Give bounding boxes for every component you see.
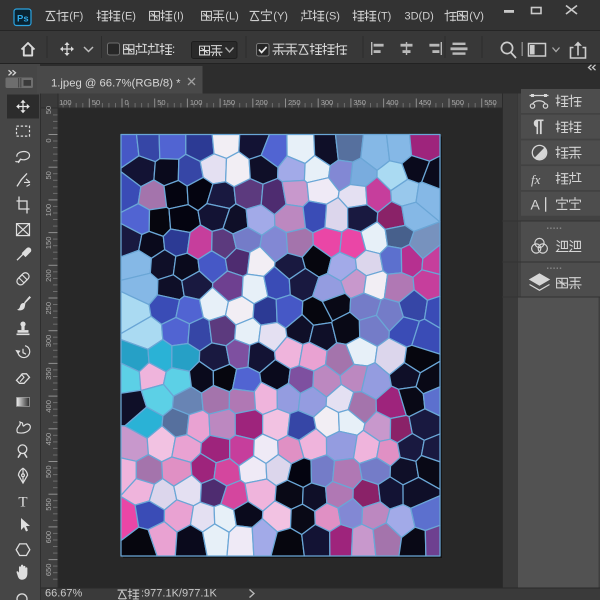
svg-text:A: A	[531, 197, 541, 213]
svg-text:T: T	[18, 494, 27, 510]
svg-text:66.67%: 66.67%	[45, 588, 83, 600]
svg-text::977.1K/977.1K: :977.1K/977.1K	[141, 588, 218, 600]
svg-text:550: 550	[484, 98, 497, 107]
svg-text:500: 500	[452, 98, 465, 107]
svg-text::: :	[172, 44, 175, 56]
svg-text:150: 150	[44, 237, 53, 250]
svg-text:350: 350	[44, 367, 53, 380]
svg-text:(T): (T)	[377, 10, 391, 22]
svg-text:250: 250	[44, 302, 53, 315]
svg-text:400: 400	[44, 400, 53, 413]
svg-text:200: 200	[44, 269, 53, 282]
svg-text:0: 0	[125, 98, 129, 107]
svg-text:(V): (V)	[469, 10, 484, 22]
svg-text:fx: fx	[531, 172, 541, 187]
svg-text:Ps: Ps	[17, 14, 29, 25]
svg-text:550: 550	[44, 498, 53, 511]
svg-text:100: 100	[44, 204, 53, 217]
svg-text:400: 400	[386, 98, 399, 107]
svg-text:100: 100	[59, 98, 72, 107]
svg-text:50: 50	[44, 106, 53, 114]
svg-text:500: 500	[44, 466, 53, 479]
svg-text:(F): (F)	[69, 10, 83, 22]
svg-text:50: 50	[92, 98, 100, 107]
svg-text:(S): (S)	[325, 10, 340, 22]
svg-text:250: 250	[288, 98, 301, 107]
svg-text:1.jpeg @ 66.7%(RGB/8) *: 1.jpeg @ 66.7%(RGB/8) *	[51, 78, 181, 90]
svg-text:(L): (L)	[225, 10, 238, 22]
svg-text:100: 100	[190, 98, 203, 107]
svg-text:50: 50	[157, 98, 165, 107]
svg-text:450: 450	[419, 98, 432, 107]
svg-text:150: 150	[223, 98, 236, 107]
svg-text:(I): (I)	[173, 10, 183, 22]
svg-text:600: 600	[44, 531, 53, 544]
svg-text:3D(D): 3D(D)	[405, 10, 434, 22]
svg-text:300: 300	[44, 335, 53, 348]
svg-text:350: 350	[353, 98, 366, 107]
svg-text:(E): (E)	[121, 10, 136, 22]
svg-text:200: 200	[255, 98, 268, 107]
svg-text:650: 650	[44, 564, 53, 577]
svg-text:50: 50	[44, 171, 53, 179]
svg-text:450: 450	[44, 433, 53, 446]
svg-text:300: 300	[321, 98, 334, 107]
svg-text:(Y): (Y)	[273, 10, 288, 22]
svg-text:0: 0	[44, 139, 53, 143]
